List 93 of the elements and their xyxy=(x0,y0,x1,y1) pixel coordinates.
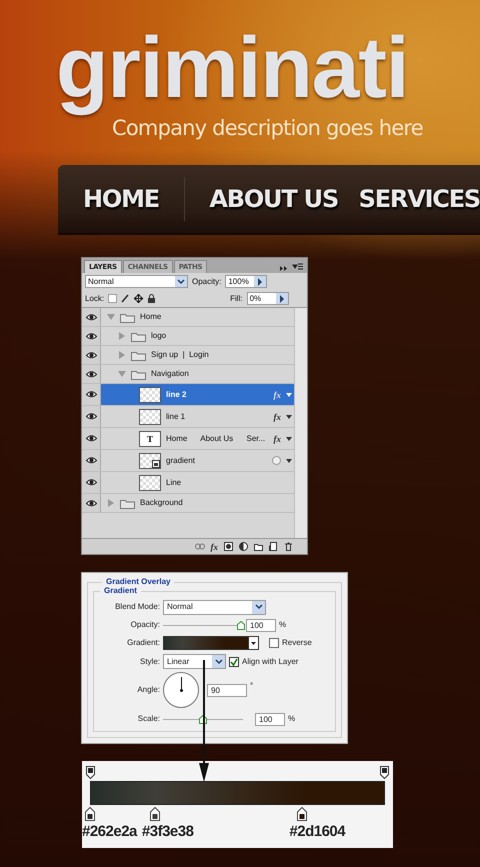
lock-icon xyxy=(147,294,156,303)
checkbox[interactable] xyxy=(229,656,239,666)
field-label: Angle: xyxy=(136,685,160,695)
field-label: Opacity: xyxy=(130,620,160,630)
layer-name: line 1 xyxy=(166,412,186,422)
layer-name: logo xyxy=(151,331,168,341)
color-code: #2d1604 xyxy=(289,823,346,841)
nav-link[interactable]: HOME xyxy=(83,184,159,214)
brush-icon xyxy=(121,294,130,303)
layer-name: Sign up | Login xyxy=(151,350,210,360)
caret-down-icon xyxy=(286,414,292,418)
layer-name: Home xyxy=(140,312,162,322)
move-icon xyxy=(134,294,144,303)
caret-down-icon xyxy=(251,642,256,644)
blend-mode-dropdown[interactable]: Normal xyxy=(163,600,266,614)
blend-mode-dropdown[interactable]: Normal xyxy=(85,275,188,288)
chevron-down-icon xyxy=(177,278,185,284)
layer-row[interactable]: logo xyxy=(82,327,294,346)
folder-icon xyxy=(120,312,135,322)
lock-label: Lock: xyxy=(85,294,104,304)
folder-icon xyxy=(120,498,135,508)
caret-down-icon xyxy=(286,458,292,462)
text-layer-thumbnail: T xyxy=(139,430,161,446)
effects-label: fx xyxy=(274,434,281,444)
caret-down-icon xyxy=(286,436,292,440)
layer-row[interactable]: Background xyxy=(82,494,294,513)
field-label: Scale: xyxy=(136,714,160,724)
fill-field[interactable]: 0% xyxy=(246,292,289,305)
folder-icon xyxy=(131,330,146,342)
effects-label: fx xyxy=(210,542,218,552)
layer-row[interactable]: T Home About Us Ser... fx xyxy=(82,428,294,450)
layer-name: Line xyxy=(166,478,182,488)
field-label: Gradient: xyxy=(126,638,160,648)
caret-right-icon xyxy=(278,294,285,302)
layer-row[interactable]: Sign up | Login xyxy=(82,346,294,365)
layer-row[interactable]: Home xyxy=(82,308,294,327)
unit-label: ° xyxy=(250,681,254,691)
layer-thumbnail xyxy=(139,474,161,490)
caret-right-icon xyxy=(257,278,264,286)
gradient-picker[interactable] xyxy=(163,636,259,650)
chevron-down-icon xyxy=(214,658,222,664)
folder-icon xyxy=(131,350,146,360)
unit-label: % xyxy=(288,714,296,724)
layer-thumbnail xyxy=(139,386,161,402)
unit-label: % xyxy=(279,620,286,630)
caret-down-icon xyxy=(286,392,292,396)
opacity-label: Opacity: xyxy=(192,276,222,286)
checkbox-label: Reverse xyxy=(282,638,312,648)
color-code: #262e2a xyxy=(82,823,137,841)
tagline: Company description goes here xyxy=(112,116,423,140)
layer-row[interactable]: Line xyxy=(82,472,294,494)
layer-name: line 2 xyxy=(166,390,188,400)
layer-row[interactable]: line 1 fx xyxy=(82,406,294,428)
field-label: Blend Mode: xyxy=(114,602,160,612)
scale-field[interactable]: 100 xyxy=(255,712,285,726)
adjustment-icon xyxy=(239,542,248,551)
menu-icon xyxy=(292,262,304,271)
chevron-down-icon xyxy=(254,604,262,610)
smart-object-icon xyxy=(152,460,160,468)
trash-icon xyxy=(284,542,293,551)
mask-icon xyxy=(224,542,233,551)
layer-name: Navigation xyxy=(151,369,190,379)
nav-link[interactable]: ABOUT US xyxy=(209,184,338,214)
layer-name: Background xyxy=(140,498,184,508)
folder-icon xyxy=(254,542,263,551)
effects-label: fx xyxy=(274,412,281,422)
color-code: #3f3e38 xyxy=(142,823,194,841)
angle-dial[interactable] xyxy=(163,672,199,708)
link-icon xyxy=(194,543,204,550)
checkbox-label: Align with Layer xyxy=(242,656,298,666)
layer-name: Home About Us Ser... xyxy=(166,434,266,444)
section-title: Gradient xyxy=(100,586,141,595)
opacity-stop-icon xyxy=(86,766,95,779)
style-dropdown[interactable]: Linear xyxy=(163,654,226,669)
layer-name: gradient xyxy=(166,456,196,466)
transparency-lock-icon xyxy=(108,294,118,303)
logo-wordmark: griminati xyxy=(56,20,408,116)
opacity-stop-icon xyxy=(380,766,389,779)
circle-icon xyxy=(272,456,281,465)
folder-icon xyxy=(131,368,146,380)
layer-thumbnail xyxy=(139,408,161,424)
angle-field[interactable]: 90 xyxy=(207,684,247,696)
field-label: Style: xyxy=(138,656,160,666)
opacity-field[interactable]: 100% xyxy=(225,275,268,288)
checkbox[interactable] xyxy=(269,638,279,648)
effects-label: fx xyxy=(274,390,281,400)
checkmark-icon xyxy=(230,658,238,666)
new-layer-icon xyxy=(269,542,278,551)
nav-link[interactable]: SERVICES xyxy=(358,184,480,214)
dialog-title: Gradient Overlay xyxy=(102,577,174,586)
fill-label: Fill: xyxy=(230,294,243,304)
expand-icon xyxy=(280,264,288,273)
layer-row[interactable]: gradient xyxy=(82,450,294,472)
